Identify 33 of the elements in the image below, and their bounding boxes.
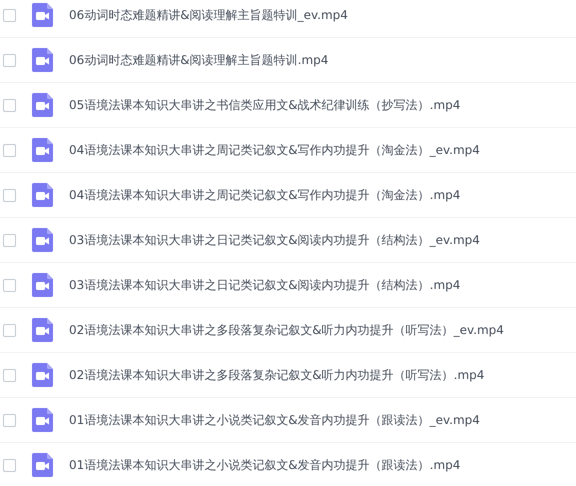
file-name[interactable]: 01语境法课本知识大串讲之小说类记叙文&发音内功提升（跟读法）_ev.mp4 (69, 412, 480, 428)
checkbox[interactable] (3, 278, 16, 292)
video-file-icon (32, 183, 53, 207)
video-file-icon (32, 3, 53, 27)
file-name[interactable]: 04语境法课本知识大串讲之周记类记叙文&写作内功提升（淘金法）.mp4 (69, 186, 460, 204)
video-file-icon (32, 453, 53, 477)
checkbox[interactable] (3, 414, 16, 426)
file-name[interactable]: 05语境法课本知识大串讲之书信类应用文&战术纪律训练（抄写法）.mp4 (69, 96, 460, 114)
video-file-icon (32, 318, 53, 342)
file-name[interactable]: 03语境法课本知识大串讲之日记类记叙文&阅读内功提升（结构法）.mp4 (69, 276, 460, 294)
video-file-icon (32, 228, 53, 252)
video-file-icon (32, 273, 53, 297)
checkbox[interactable] (3, 144, 16, 156)
file-name[interactable]: 02语境法课本知识大串讲之多段落复杂记叙文&听力内功提升（听写法）.mp4 (69, 366, 484, 384)
video-file-icon (32, 363, 53, 387)
checkbox[interactable] (3, 8, 16, 22)
file-name[interactable]: 01语境法课本知识大串讲之小说类记叙文&发音内功提升（跟读法）.mp4 (69, 456, 460, 474)
checkbox[interactable] (3, 98, 16, 112)
video-file-icon (32, 48, 53, 72)
checkbox[interactable] (3, 324, 16, 336)
checkbox[interactable] (3, 188, 16, 202)
checkbox[interactable] (3, 458, 16, 472)
video-file-icon (32, 408, 53, 432)
checkbox[interactable] (3, 54, 16, 66)
file-name[interactable]: 02语境法课本知识大串讲之多段落复杂记叙文&听力内功提升（听写法）_ev.mp4 (69, 322, 504, 338)
video-file-icon (32, 93, 53, 117)
video-file-icon (32, 138, 53, 162)
file-name[interactable]: 06动词时态难题精讲&阅读理解主旨题特训_ev.mp4 (69, 6, 348, 24)
file-name[interactable]: 06动词时态难题精讲&阅读理解主旨题特训.mp4 (69, 52, 328, 68)
file-name[interactable]: 03语境法课本知识大串讲之日记类记叙文&阅读内功提升（结构法）_ev.mp4 (69, 232, 480, 248)
checkbox[interactable] (3, 234, 16, 246)
file-name[interactable]: 04语境法课本知识大串讲之周记类记叙文&写作内功提升（淘金法）_ev.mp4 (69, 142, 480, 158)
checkbox[interactable] (3, 368, 16, 382)
